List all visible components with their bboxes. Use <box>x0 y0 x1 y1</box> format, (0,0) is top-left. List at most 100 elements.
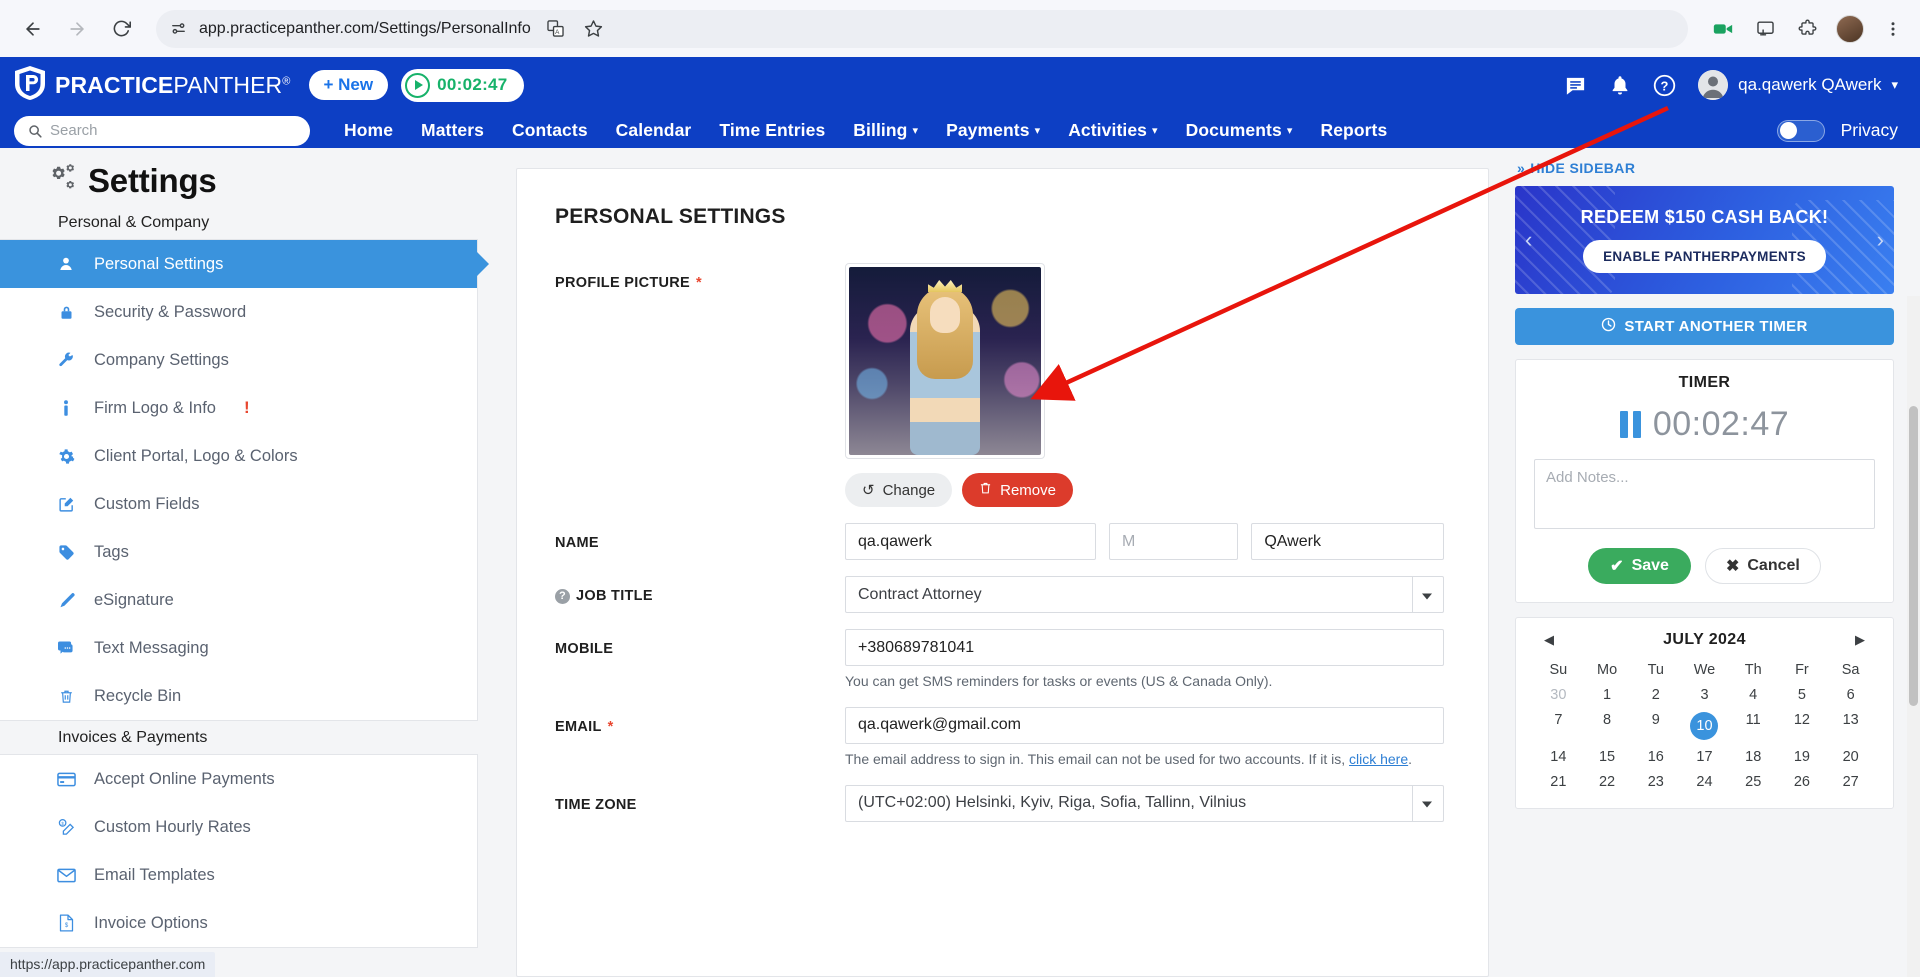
search-input[interactable]: Search <box>14 115 310 146</box>
chevron-down-icon[interactable]: ▾ <box>1891 77 1898 93</box>
cancel-timer-button[interactable]: ✖ Cancel <box>1704 548 1821 584</box>
calendar-day[interactable]: 25 <box>1729 774 1778 790</box>
browser-back-button[interactable] <box>14 10 52 48</box>
calendar-day[interactable]: 17 <box>1680 749 1729 765</box>
change-picture-button[interactable]: ↺ Change <box>845 473 953 507</box>
user-menu[interactable]: qa.qawerk QAwerk ▾ <box>1698 70 1898 100</box>
calendar-day[interactable]: 11 <box>1729 712 1778 740</box>
new-button[interactable]: + New <box>308 70 389 100</box>
calendar-day[interactable]: 14 <box>1534 749 1583 765</box>
site-settings-icon[interactable] <box>170 20 187 37</box>
sidebar-item-esignature[interactable]: eSignature <box>0 576 477 624</box>
nav-item-reports[interactable]: Reports <box>1320 120 1387 141</box>
calendar-day[interactable]: 26 <box>1778 774 1827 790</box>
email-hint-link[interactable]: click here <box>1349 751 1408 767</box>
sidebar-item-invoice-options[interactable]: $ Invoice Options <box>0 899 477 947</box>
calendar-day[interactable]: 24 <box>1680 774 1729 790</box>
scrollbar-thumb[interactable] <box>1909 406 1918 706</box>
first-name-input[interactable] <box>845 523 1096 560</box>
sidebar-item-custom-fields[interactable]: Custom Fields <box>0 480 477 528</box>
calendar-day[interactable]: 5 <box>1778 687 1827 703</box>
calendar-day[interactable]: 30 <box>1534 687 1583 703</box>
save-timer-button[interactable]: ✔ Save <box>1588 548 1691 584</box>
calendar-day[interactable]: 22 <box>1583 774 1632 790</box>
browser-forward-button[interactable] <box>58 10 96 48</box>
promo-prev-arrow[interactable]: ‹ <box>1525 227 1532 253</box>
bookmark-star-icon[interactable] <box>581 16 607 42</box>
page-scrollbar[interactable] <box>1907 296 1920 977</box>
nav-item-payments[interactable]: Payments ▾ <box>946 120 1040 141</box>
sidebar-item-tags[interactable]: Tags <box>0 528 477 576</box>
remove-picture-button[interactable]: Remove <box>962 473 1073 507</box>
nav-item-documents[interactable]: Documents ▾ <box>1186 120 1293 141</box>
pause-icon[interactable] <box>1619 411 1641 438</box>
hide-sidebar-button[interactable]: » HIDE SIDEBAR <box>1515 156 1894 186</box>
help-icon[interactable]: ? <box>1653 74 1676 97</box>
calendar-day[interactable]: 8 <box>1583 712 1632 740</box>
help-icon[interactable]: ? <box>555 588 570 604</box>
chrome-menu-icon[interactable] <box>1880 16 1906 42</box>
promo-cta-button[interactable]: ENABLE PANTHERPAYMENTS <box>1583 240 1826 273</box>
email-input[interactable] <box>845 706 1444 744</box>
calendar-day[interactable]: 1 <box>1583 687 1632 703</box>
mobile-input[interactable] <box>845 629 1444 666</box>
extensions-icon[interactable] <box>1794 16 1820 42</box>
calendar-day[interactable]: 4 <box>1729 687 1778 703</box>
calendar-day[interactable]: 18 <box>1729 749 1778 765</box>
nav-item-billing[interactable]: Billing ▾ <box>853 120 918 141</box>
chrome-profile-avatar[interactable] <box>1836 14 1864 43</box>
calendar-prev-button[interactable]: ◀ <box>1538 630 1560 650</box>
sidebar-item-security-password[interactable]: Security & Password <box>0 288 477 336</box>
calendar-day[interactable]: 2 <box>1631 687 1680 703</box>
timer-notes-input[interactable] <box>1534 459 1875 529</box>
last-name-input[interactable] <box>1251 523 1444 560</box>
job-title-select[interactable] <box>845 576 1444 613</box>
screen-recorder-icon[interactable] <box>1710 16 1736 42</box>
middle-name-input[interactable] <box>1109 523 1239 560</box>
bell-icon[interactable] <box>1609 74 1631 96</box>
translate-icon[interactable]: A <box>543 16 569 42</box>
sidebar-item-company-settings[interactable]: Company Settings <box>0 336 477 384</box>
play-icon[interactable] <box>405 72 431 98</box>
calendar-day[interactable]: 6 <box>1826 687 1875 703</box>
nav-item-activities[interactable]: Activities ▾ <box>1068 120 1157 141</box>
promo-banner[interactable]: ‹ › REDEEM $150 CASH BACK! ENABLE PANTHE… <box>1515 186 1894 294</box>
nav-item-time-entries[interactable]: Time Entries <box>719 120 825 141</box>
nav-item-home[interactable]: Home <box>344 120 393 141</box>
calendar-day[interactable]: 21 <box>1534 774 1583 790</box>
calendar-day[interactable]: 9 <box>1631 712 1680 740</box>
sidebar-item-accept-online-payments[interactable]: Accept Online Payments <box>0 755 477 803</box>
cast-icon[interactable] <box>1752 16 1778 42</box>
start-another-timer-button[interactable]: START ANOTHER TIMER <box>1515 308 1894 345</box>
app-logo[interactable]: PRACTICEPANTHER® <box>14 65 291 106</box>
address-bar[interactable]: app.practicepanther.com/Settings/Persona… <box>156 9 1688 48</box>
calendar-day[interactable]: 23 <box>1631 774 1680 790</box>
sidebar-item-client-portal[interactable]: Client Portal, Logo & Colors <box>0 432 477 480</box>
calendar-day[interactable]: 12 <box>1778 712 1827 740</box>
calendar-day-today[interactable]: 10 <box>1690 712 1719 740</box>
calendar-day[interactable]: 15 <box>1583 749 1632 765</box>
calendar-next-button[interactable]: ▶ <box>1849 630 1871 650</box>
sidebar-item-recycle-bin[interactable]: Recycle Bin <box>0 672 477 720</box>
nav-item-calendar[interactable]: Calendar <box>616 120 692 141</box>
sidebar-item-custom-hourly-rates[interactable]: $ Custom Hourly Rates <box>0 803 477 851</box>
calendar-day[interactable]: 27 <box>1826 774 1875 790</box>
sidebar-item-email-templates[interactable]: Email Templates <box>0 851 477 899</box>
header-timer[interactable]: 00:02:47 <box>401 68 524 102</box>
chat-icon[interactable] <box>1564 74 1587 97</box>
sidebar-item-text-messaging[interactable]: Text Messaging <box>0 624 477 672</box>
calendar-day[interactable]: 19 <box>1778 749 1827 765</box>
nav-item-contacts[interactable]: Contacts <box>512 120 588 141</box>
browser-reload-button[interactable] <box>102 10 140 48</box>
timezone-select[interactable] <box>845 784 1444 822</box>
profile-picture-image[interactable] <box>845 263 1045 459</box>
privacy-toggle[interactable] <box>1776 119 1825 142</box>
promo-next-arrow[interactable]: › <box>1877 227 1884 253</box>
nav-item-matters[interactable]: Matters <box>421 120 484 141</box>
calendar-day[interactable]: 20 <box>1826 749 1875 765</box>
calendar-day[interactable]: 13 <box>1826 712 1875 740</box>
calendar-day[interactable]: 16 <box>1631 749 1680 765</box>
sidebar-item-personal-settings[interactable]: Personal Settings <box>0 240 477 288</box>
calendar-day[interactable]: 3 <box>1680 687 1729 703</box>
calendar-day[interactable]: 7 <box>1534 712 1583 740</box>
